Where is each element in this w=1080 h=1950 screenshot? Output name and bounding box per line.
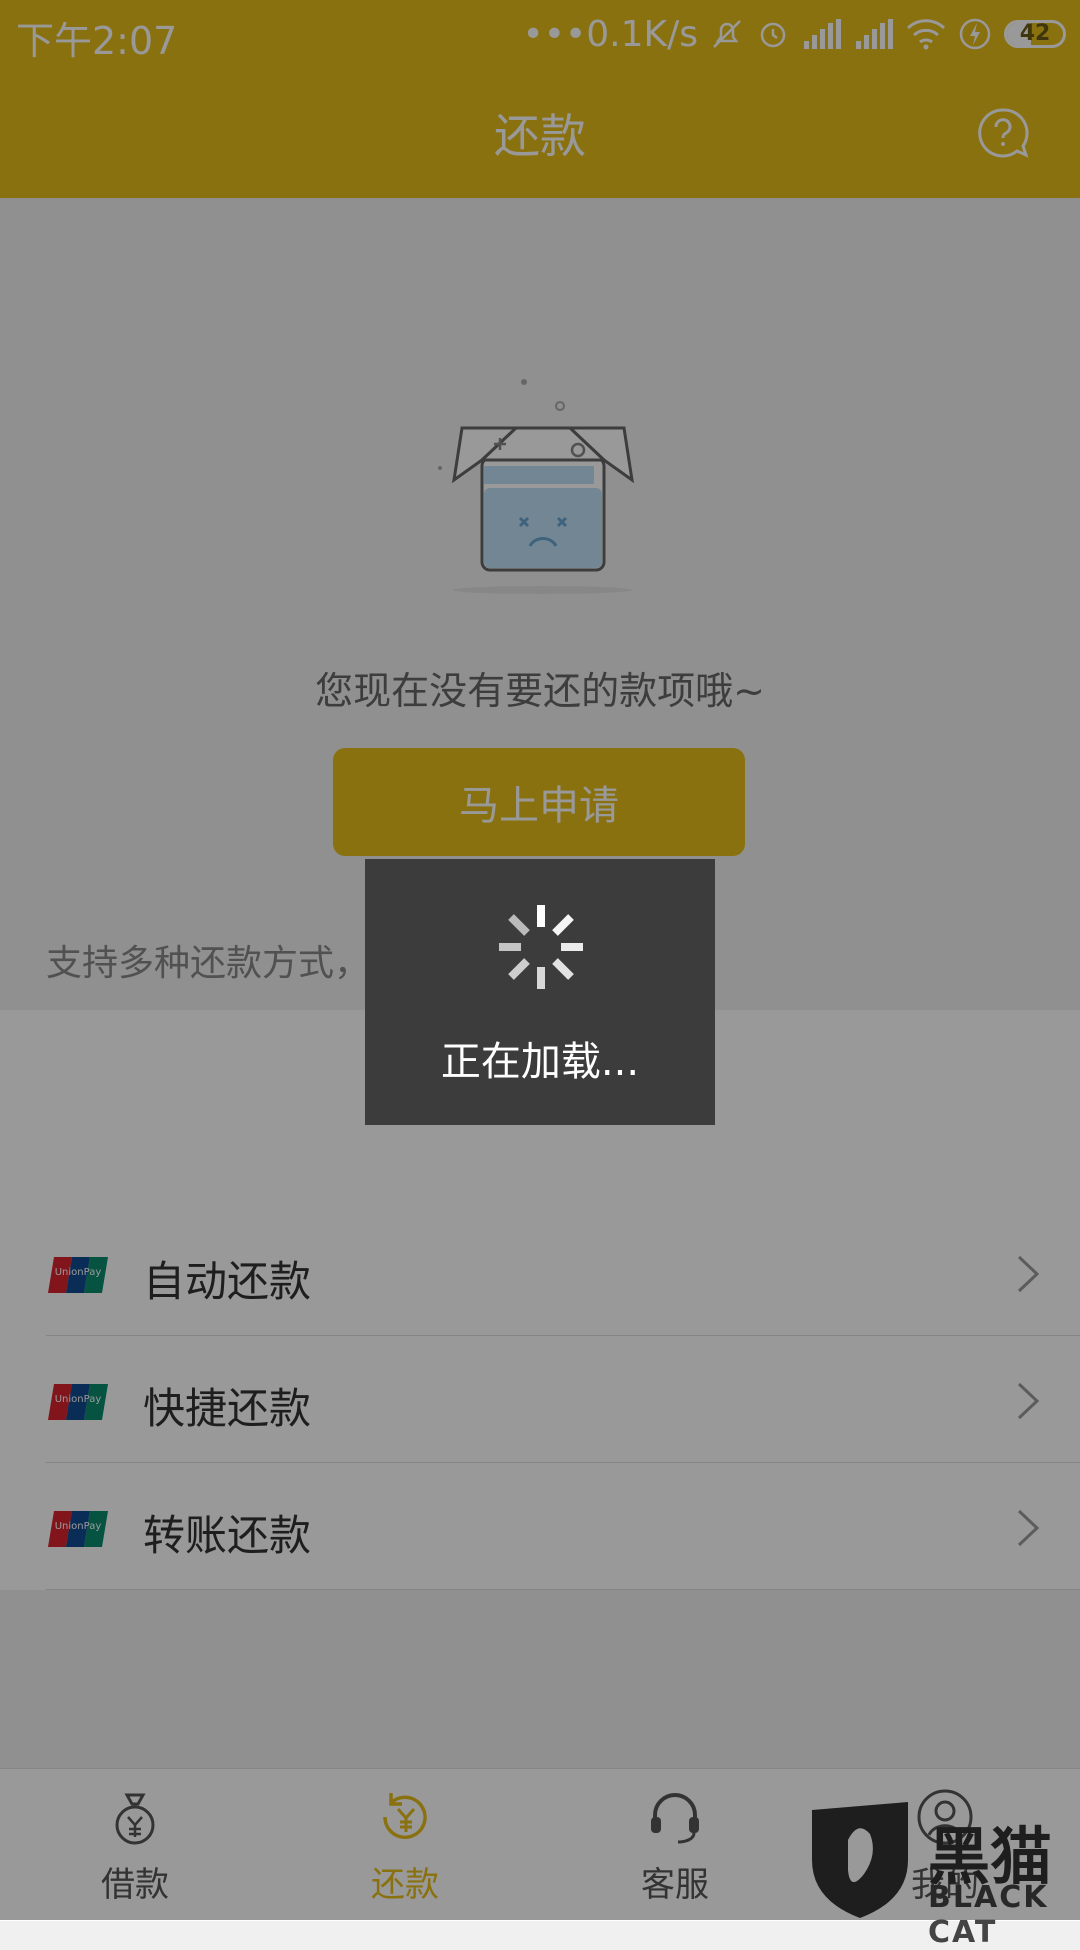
loading-spinner-icon	[499, 905, 583, 989]
loading-message: 正在加载...	[440, 1039, 640, 1085]
loading-toast: 正在加载...	[365, 859, 715, 1125]
